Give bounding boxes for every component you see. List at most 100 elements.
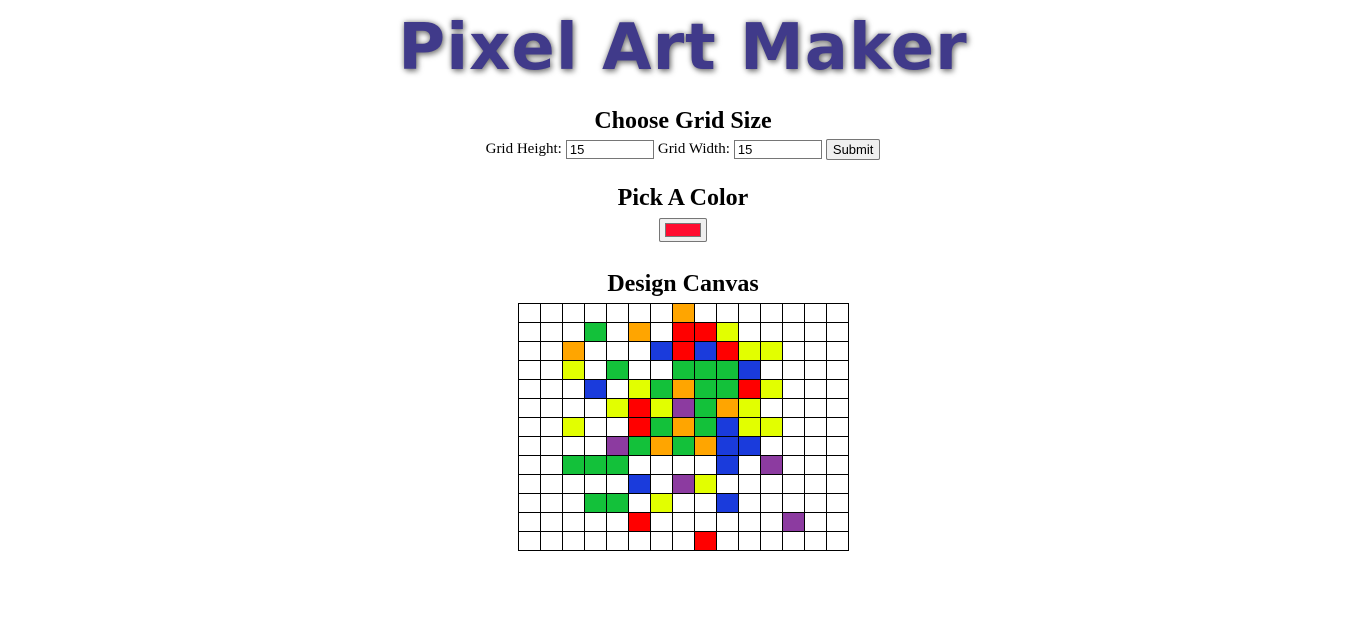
canvas-cell[interactable]	[583, 303, 607, 323]
canvas-cell[interactable]	[825, 417, 849, 437]
canvas-cell[interactable]	[649, 531, 673, 551]
canvas-cell[interactable]	[825, 512, 849, 532]
canvas-cell[interactable]	[605, 398, 629, 418]
canvas-cell[interactable]	[649, 436, 673, 456]
canvas-cell[interactable]	[737, 512, 761, 532]
canvas-cell[interactable]	[605, 322, 629, 342]
canvas-cell[interactable]	[649, 322, 673, 342]
canvas-cell[interactable]	[715, 398, 739, 418]
canvas-cell[interactable]	[583, 360, 607, 380]
canvas-cell[interactable]	[561, 303, 585, 323]
canvas-cell[interactable]	[649, 341, 673, 361]
canvas-cell[interactable]	[671, 493, 695, 513]
canvas-cell[interactable]	[649, 474, 673, 494]
canvas-cell[interactable]	[539, 512, 563, 532]
canvas-cell[interactable]	[649, 455, 673, 475]
grid-height-input[interactable]	[565, 139, 654, 159]
canvas-cell[interactable]	[759, 398, 783, 418]
canvas-cell[interactable]	[627, 398, 651, 418]
canvas-cell[interactable]	[517, 474, 541, 494]
canvas-cell[interactable]	[561, 474, 585, 494]
canvas-cell[interactable]	[517, 512, 541, 532]
canvas-cell[interactable]	[715, 512, 739, 532]
canvas-cell[interactable]	[605, 512, 629, 532]
canvas-cell[interactable]	[759, 493, 783, 513]
canvas-cell[interactable]	[693, 322, 717, 342]
canvas-cell[interactable]	[517, 360, 541, 380]
canvas-cell[interactable]	[715, 455, 739, 475]
canvas-cell[interactable]	[671, 379, 695, 399]
canvas-cell[interactable]	[583, 341, 607, 361]
canvas-cell[interactable]	[605, 303, 629, 323]
canvas-cell[interactable]	[803, 341, 827, 361]
canvas-cell[interactable]	[781, 322, 805, 342]
canvas-cell[interactable]	[671, 417, 695, 437]
canvas-cell[interactable]	[825, 322, 849, 342]
canvas-cell[interactable]	[803, 303, 827, 323]
canvas-cell[interactable]	[671, 436, 695, 456]
canvas-cell[interactable]	[825, 531, 849, 551]
canvas-cell[interactable]	[825, 379, 849, 399]
canvas-cell[interactable]	[539, 322, 563, 342]
canvas-cell[interactable]	[759, 455, 783, 475]
canvas-cell[interactable]	[759, 436, 783, 456]
canvas-cell[interactable]	[627, 512, 651, 532]
canvas-cell[interactable]	[671, 398, 695, 418]
canvas-cell[interactable]	[781, 360, 805, 380]
canvas-cell[interactable]	[759, 379, 783, 399]
canvas-cell[interactable]	[803, 436, 827, 456]
canvas-cell[interactable]	[803, 417, 827, 437]
canvas-cell[interactable]	[759, 360, 783, 380]
canvas-cell[interactable]	[671, 303, 695, 323]
canvas-cell[interactable]	[781, 493, 805, 513]
canvas-cell[interactable]	[825, 493, 849, 513]
canvas-cell[interactable]	[583, 512, 607, 532]
canvas-cell[interactable]	[539, 436, 563, 456]
canvas-cell[interactable]	[561, 398, 585, 418]
canvas-cell[interactable]	[517, 436, 541, 456]
canvas-cell[interactable]	[561, 360, 585, 380]
canvas-cell[interactable]	[627, 531, 651, 551]
canvas-cell[interactable]	[671, 474, 695, 494]
canvas-cell[interactable]	[649, 417, 673, 437]
canvas-cell[interactable]	[605, 341, 629, 361]
canvas-cell[interactable]	[803, 360, 827, 380]
canvas-cell[interactable]	[737, 417, 761, 437]
canvas-cell[interactable]	[759, 303, 783, 323]
canvas-cell[interactable]	[649, 398, 673, 418]
canvas-cell[interactable]	[561, 493, 585, 513]
canvas-cell[interactable]	[737, 436, 761, 456]
canvas-cell[interactable]	[781, 379, 805, 399]
canvas-cell[interactable]	[759, 417, 783, 437]
canvas-cell[interactable]	[583, 379, 607, 399]
canvas-cell[interactable]	[737, 322, 761, 342]
canvas-cell[interactable]	[539, 398, 563, 418]
canvas-cell[interactable]	[539, 531, 563, 551]
canvas-cell[interactable]	[671, 512, 695, 532]
canvas-cell[interactable]	[539, 474, 563, 494]
canvas-cell[interactable]	[561, 379, 585, 399]
canvas-cell[interactable]	[781, 436, 805, 456]
canvas-cell[interactable]	[715, 474, 739, 494]
canvas-cell[interactable]	[693, 417, 717, 437]
canvas-cell[interactable]	[561, 322, 585, 342]
canvas-cell[interactable]	[715, 417, 739, 437]
canvas-cell[interactable]	[671, 531, 695, 551]
canvas-cell[interactable]	[649, 493, 673, 513]
canvas-cell[interactable]	[715, 493, 739, 513]
canvas-cell[interactable]	[693, 474, 717, 494]
canvas-cell[interactable]	[759, 322, 783, 342]
canvas-cell[interactable]	[649, 303, 673, 323]
canvas-cell[interactable]	[803, 493, 827, 513]
canvas-cell[interactable]	[539, 493, 563, 513]
canvas-cell[interactable]	[825, 360, 849, 380]
canvas-cell[interactable]	[693, 493, 717, 513]
canvas-cell[interactable]	[693, 360, 717, 380]
canvas-cell[interactable]	[671, 341, 695, 361]
canvas-cell[interactable]	[583, 417, 607, 437]
submit-button[interactable]: Submit	[825, 138, 881, 160]
canvas-cell[interactable]	[825, 398, 849, 418]
canvas-cell[interactable]	[627, 379, 651, 399]
canvas-cell[interactable]	[627, 360, 651, 380]
canvas-cell[interactable]	[715, 341, 739, 361]
